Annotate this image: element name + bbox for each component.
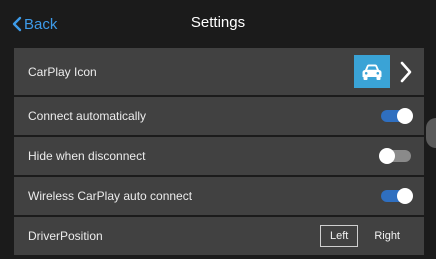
driver-position-selector: Left Right	[319, 225, 410, 247]
hide-when-disconnect-toggle[interactable]	[379, 148, 411, 164]
toggle-knob	[397, 188, 413, 204]
setting-row-carplay-icon[interactable]: CarPlay Icon	[14, 48, 424, 97]
setting-label: DriverPosition	[28, 229, 103, 243]
driver-position-left-option[interactable]: Left	[319, 225, 359, 247]
wireless-auto-connect-toggle[interactable]	[381, 188, 413, 204]
carplay-icon-preview[interactable]	[354, 55, 390, 88]
car-icon	[362, 64, 382, 80]
setting-row-connect-automatically: Connect automatically	[14, 97, 424, 137]
chevron-right-icon[interactable]	[399, 61, 413, 83]
settings-list: CarPlay Icon Connect automatically Hide …	[14, 48, 424, 257]
setting-row-driver-position: DriverPosition Left Right	[14, 217, 424, 257]
setting-label: Hide when disconnect	[28, 149, 146, 163]
page-title: Settings	[190, 14, 246, 31]
driver-position-right-option[interactable]: Right	[364, 225, 410, 247]
setting-label: Connect automatically	[28, 109, 147, 123]
setting-row-wireless-auto-connect: Wireless CarPlay auto connect	[14, 177, 424, 217]
top-bar: Back Settings	[0, 0, 436, 48]
side-drawer-handle[interactable]	[426, 118, 436, 148]
setting-label: CarPlay Icon	[28, 64, 97, 79]
connect-automatically-toggle[interactable]	[381, 108, 413, 124]
setting-row-hide-when-disconnect: Hide when disconnect	[14, 137, 424, 177]
toggle-knob	[379, 148, 395, 164]
setting-label: Wireless CarPlay auto connect	[28, 189, 193, 203]
toggle-knob	[397, 108, 413, 124]
